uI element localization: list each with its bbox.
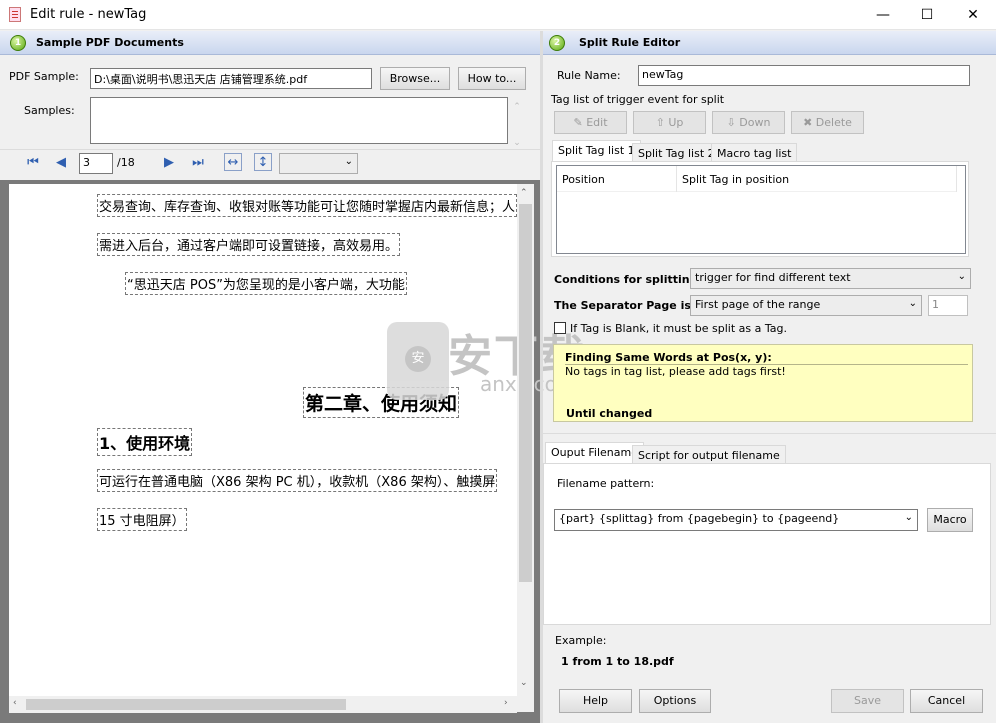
browse-button[interactable]: Browse... xyxy=(380,67,450,90)
close-button[interactable]: ✕ xyxy=(950,0,996,30)
filename-pattern-value: {part} {splittag} from {pagebegin} to {p… xyxy=(559,512,840,525)
conditions-select[interactable]: trigger for find different text ⌄ xyxy=(690,268,971,289)
cancel-button[interactable]: Cancel xyxy=(910,689,983,713)
blank-tag-checkbox[interactable] xyxy=(554,322,566,334)
scroll-up-icon[interactable]: ⌃ xyxy=(520,188,528,198)
filename-pattern-label: Filename pattern: xyxy=(557,477,655,490)
chevron-down-icon: ⌄ xyxy=(904,512,913,523)
hint-box: Finding Same Words at Pos(x, y): No tags… xyxy=(553,344,973,422)
tab-split-tag-list-1[interactable]: Split Tag list 1 xyxy=(552,140,641,162)
hint-title: Finding Same Words at Pos(x, y): xyxy=(565,351,772,364)
doc-line: 交易查询、库存查询、收银对账等功能可让您随时掌握店内最新信息；人 xyxy=(97,194,517,217)
pdf-sample-input[interactable]: D:\桌面\说明书\思迅天店 店铺管理系统.pdf xyxy=(90,68,372,89)
scroll-thumb[interactable] xyxy=(519,204,532,582)
rule-name-input[interactable]: newTag xyxy=(638,65,970,86)
options-button[interactable]: Options xyxy=(639,689,711,713)
tag-list-table[interactable]: Position Split Tag in position xyxy=(556,165,966,254)
tab-output-filename[interactable]: Ouput Filename xyxy=(545,442,644,464)
edit-button[interactable]: ✎ Edit xyxy=(554,111,627,134)
doc-subheading: 1、使用环境 xyxy=(97,428,193,456)
title-bar: Edit rule - newTag — ☐ ✕ xyxy=(0,0,996,30)
page-number-input[interactable]: 3 xyxy=(79,153,113,174)
left-panel-title: Sample PDF Documents xyxy=(36,36,184,49)
fit-width-icon[interactable]: ↔ xyxy=(224,153,242,171)
right-panel-header: 2 Split Rule Editor xyxy=(543,31,996,55)
save-button[interactable]: Save xyxy=(831,689,904,713)
separator-value: First page of the range xyxy=(695,298,821,311)
tag-list-label: Tag list of trigger event for split xyxy=(551,93,725,106)
macro-button[interactable]: Macro xyxy=(927,508,973,532)
preview-vertical-scrollbar[interactable]: ⌃ ⌄ xyxy=(517,184,534,712)
chevron-down-icon: ⌄ xyxy=(344,156,353,167)
first-page-icon[interactable]: ⏮ xyxy=(24,154,42,172)
prev-page-icon[interactable]: ◀ xyxy=(52,154,70,172)
doc-line: 15 寸电阻屏） xyxy=(97,508,187,531)
scroll-down-icon[interactable]: ⌄ xyxy=(520,678,528,688)
zoom-select[interactable]: ⌄ xyxy=(279,153,358,174)
watermark-bag-icon: 安 xyxy=(387,322,449,400)
tab-script-output-filename[interactable]: Script for output filename xyxy=(632,445,786,465)
hint-footer: Until changed xyxy=(566,407,653,420)
last-page-icon[interactable]: ⏭ xyxy=(189,154,207,172)
scroll-left-icon[interactable]: ‹ xyxy=(13,698,17,708)
example-label: Example: xyxy=(555,634,607,647)
delete-icon: ✖ xyxy=(803,116,816,129)
table-header: Position Split Tag in position xyxy=(557,166,957,192)
conditions-label: Conditions for splitting: xyxy=(554,273,702,286)
maximize-button[interactable]: ☐ xyxy=(904,0,950,30)
column-position[interactable]: Position xyxy=(562,173,605,186)
fit-height-icon[interactable]: ↕ xyxy=(254,153,272,171)
edit-icon: ✎ xyxy=(573,116,587,129)
up-button[interactable]: ⇧ Up xyxy=(633,111,706,134)
arrow-up-icon: ⇧ xyxy=(655,116,669,129)
pdf-sample-label: PDF Sample: xyxy=(9,70,79,83)
example-value: 1 from 1 to 18.pdf xyxy=(561,655,674,668)
left-panel-header: 1 Sample PDF Documents xyxy=(0,31,540,55)
minimize-button[interactable]: — xyxy=(860,0,906,30)
divider xyxy=(543,433,996,434)
samples-list[interactable] xyxy=(90,97,508,144)
doc-line: “思迅天店 POS”为您呈现的是小客户端，大功能 xyxy=(125,272,407,295)
document-preview[interactable]: 交易查询、库存查询、收银对账等功能可让您随时掌握店内最新信息；人 需进入后台，通… xyxy=(9,184,517,712)
down-button[interactable]: ⇩ Down xyxy=(712,111,785,134)
tab-macro-tag-list[interactable]: Macro tag list xyxy=(711,143,798,163)
samples-scrollbar[interactable]: ⌃ ⌄ xyxy=(511,98,523,148)
separator-label: The Separator Page is: xyxy=(554,299,696,312)
delete-button[interactable]: ✖ Delete xyxy=(791,111,864,134)
step-one-icon: 1 xyxy=(10,35,26,51)
hint-text: No tags in tag list, please add tags fir… xyxy=(565,365,786,378)
next-page-icon[interactable]: ▶ xyxy=(160,154,178,172)
doc-line: 需进入后台，通过客户端即可设置链接，高效易用。 xyxy=(97,233,401,256)
window-title: Edit rule - newTag xyxy=(30,7,147,22)
right-panel-title: Split Rule Editor xyxy=(579,36,681,49)
column-split-tag[interactable]: Split Tag in position xyxy=(682,173,789,186)
separator-select[interactable]: First page of the range ⌄ xyxy=(690,295,922,316)
conditions-value: trigger for find different text xyxy=(695,271,851,284)
rule-name-label: Rule Name: xyxy=(557,69,621,82)
blank-tag-label: If Tag is Blank, it must be split as a T… xyxy=(570,322,787,335)
filename-pattern-select[interactable]: {part} {splittag} from {pagebegin} to {p… xyxy=(554,509,918,531)
step-two-icon: 2 xyxy=(549,35,565,51)
tab-split-tag-list-2[interactable]: Split Tag list 2 xyxy=(632,143,721,163)
chevron-down-icon: ⌄ xyxy=(957,271,966,282)
doc-line: 可运行在普通电脑（X86 架构 PC 机），收款机（X86 架构）、触摸屏 xyxy=(97,469,498,492)
page-total: /18 xyxy=(117,156,135,169)
scroll-right-icon[interactable]: › xyxy=(504,698,508,708)
chevron-down-icon: ⌄ xyxy=(908,298,917,309)
separator-number-input[interactable]: 1 xyxy=(928,295,968,316)
help-button[interactable]: Help xyxy=(559,689,632,713)
samples-label: Samples: xyxy=(24,104,75,117)
preview-horizontal-scrollbar[interactable]: ‹ › xyxy=(9,696,517,713)
howto-button[interactable]: How to... xyxy=(458,67,526,90)
hscroll-thumb[interactable] xyxy=(26,699,346,710)
app-icon xyxy=(9,7,21,22)
arrow-down-icon: ⇩ xyxy=(726,116,740,129)
